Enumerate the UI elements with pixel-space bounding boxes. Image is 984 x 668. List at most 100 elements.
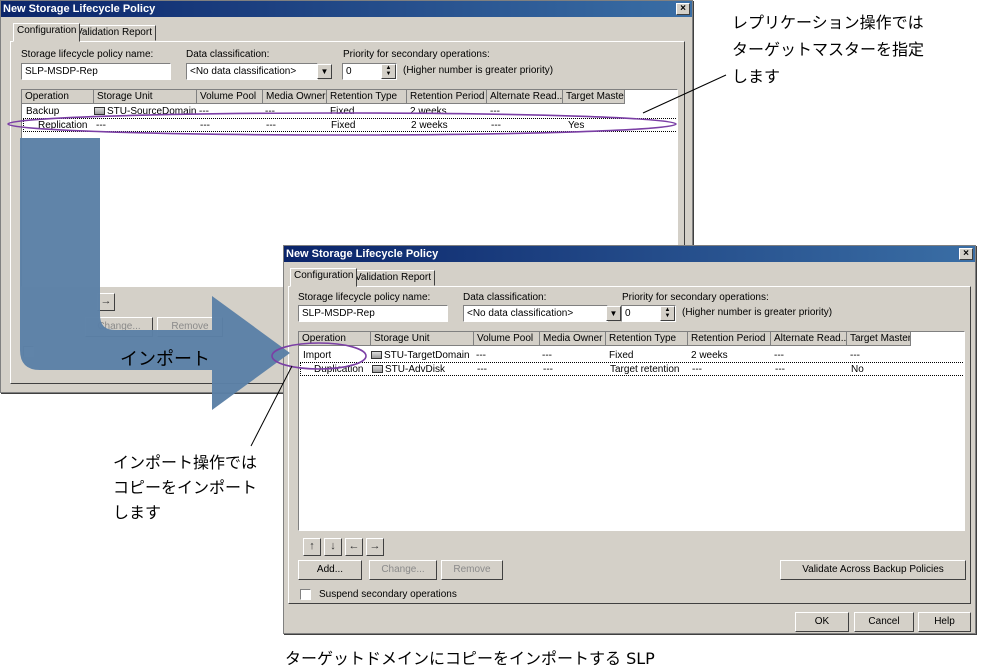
front-col-target-master[interactable]: Target Master <box>847 332 911 346</box>
front-col-alternate-read[interactable]: Alternate Read... <box>771 332 847 346</box>
front-move-left-button[interactable]: ← <box>345 538 363 556</box>
front-col-storage-unit[interactable]: Storage Unit <box>371 332 474 346</box>
front-move-up-button[interactable]: ↑ <box>303 538 321 556</box>
back-classification-select[interactable]: <No data classification> <box>186 63 318 80</box>
front-row1-storage-unit: STU-TargetDomain <box>371 349 470 362</box>
table-row[interactable]: Replication --- --- --- Fixed 2 weeks --… <box>23 118 677 132</box>
front-row2-media-owner: --- <box>543 364 553 375</box>
front-row2-volume-pool: --- <box>477 364 487 375</box>
replication-note-line-1: レプリケーション操作では <box>732 13 924 32</box>
back-col-retention-type[interactable]: Retention Type <box>327 90 407 104</box>
back-row1-media-owner: --- <box>265 106 275 117</box>
front-move-right-button[interactable]: → <box>366 538 384 556</box>
back-row2-storage-unit: --- <box>96 120 106 131</box>
suspend-label: Suspend secondary operations <box>319 589 457 600</box>
front-row1-retention-period: 2 weeks <box>691 350 728 361</box>
front-remove-button[interactable]: Remove <box>441 560 503 580</box>
front-tab-configuration[interactable]: Configuration <box>290 268 358 287</box>
front-priority-spinner-icon[interactable]: ▲ ▼ <box>660 306 675 321</box>
front-row2-retention-type: Target retention <box>610 364 680 375</box>
import-note-line-1: インポート操作では <box>113 453 258 472</box>
back-priority-hint: (Higher number is greater priority) <box>403 65 554 76</box>
front-policy-name-label: Storage lifecycle policy name: <box>298 292 431 303</box>
front-row1-retention-type: Fixed <box>609 350 634 361</box>
front-row1-volume-pool: --- <box>476 350 486 361</box>
back-col-operation[interactable]: Operation <box>22 90 94 104</box>
front-title: New Storage Lifecycle Policy <box>286 248 439 260</box>
back-priority-label: Priority for secondary operations: <box>343 49 490 60</box>
back-col-retention-period[interactable]: Retention Period <box>407 90 487 104</box>
back-row2-retention-period: 2 weeks <box>411 120 448 131</box>
back-tab-configuration[interactable]: Configuration <box>13 23 81 42</box>
figure-caption: ターゲットドメインにコピーをインポートする SLP <box>285 649 655 668</box>
back-classification-dropdown-icon[interactable]: ▼ <box>317 64 332 79</box>
front-change-button[interactable]: Change... <box>369 560 437 580</box>
back-row1-retention-type: Fixed <box>330 106 355 117</box>
validate-button[interactable]: Validate Across Backup Policies <box>780 560 966 580</box>
back-row1-retention-period: 2 weeks <box>410 106 447 117</box>
back-row2-target-master: Yes <box>568 120 585 131</box>
front-col-retention-period[interactable]: Retention Period <box>688 332 771 346</box>
back-classification-label: Data classification: <box>186 49 270 60</box>
front-col-volume-pool[interactable]: Volume Pool <box>474 332 540 346</box>
front-col-retention-type[interactable]: Retention Type <box>606 332 688 346</box>
back-row2-alternate-read: --- <box>491 120 501 131</box>
help-button[interactable]: Help <box>918 612 971 632</box>
back-change-button[interactable]: Change... <box>85 317 153 337</box>
back-col-alternate-read[interactable]: Alternate Read... <box>487 90 563 104</box>
back-col-volume-pool[interactable]: Volume Pool <box>197 90 263 104</box>
back-row1-volume-pool: --- <box>199 106 209 117</box>
back-row1-alternate-read: --- <box>490 106 500 117</box>
front-operations-table: Operation Storage Unit Volume Pool Media… <box>298 331 965 531</box>
front-tab-validation-report[interactable]: Validation Report <box>351 270 435 286</box>
front-dialog: New Storage Lifecycle Policy × Configura… <box>283 245 976 634</box>
back-row1-storage-unit: STU-SourceDomain <box>94 105 196 118</box>
front-add-button[interactable]: Add... <box>298 560 362 580</box>
front-row2-retention-period: --- <box>692 364 702 375</box>
front-close-button[interactable]: × <box>959 248 973 260</box>
back-tab-validation-report[interactable]: Validation Report <box>72 25 156 41</box>
back-remove-button[interactable]: Remove <box>157 317 223 337</box>
back-policy-name-input[interactable]: SLP-MSDP-Rep <box>21 63 171 80</box>
back-close-button[interactable]: × <box>676 3 690 15</box>
storage-unit-icon <box>372 365 383 373</box>
front-move-down-button[interactable]: ↓ <box>324 538 342 556</box>
front-col-media-owner[interactable]: Media Owner <box>540 332 606 346</box>
storage-unit-icon <box>94 107 105 115</box>
front-title-bar: New Storage Lifecycle Policy × <box>284 246 975 262</box>
storage-unit-icon <box>371 351 382 359</box>
back-col-target-master[interactable]: Target Master <box>563 90 625 104</box>
front-row2-target-master: No <box>851 364 864 375</box>
front-row1-operation: Import <box>303 350 332 361</box>
back-row2-retention-type: Fixed <box>331 120 356 131</box>
front-row2-alternate-read: --- <box>775 364 785 375</box>
front-col-operation[interactable]: Operation <box>299 332 371 346</box>
back-row2-media-owner: --- <box>266 120 276 131</box>
back-col-media-owner[interactable]: Media Owner <box>263 90 327 104</box>
back-move-right-button[interactable]: → <box>97 293 115 311</box>
suspend-checkbox[interactable] <box>300 589 311 600</box>
front-policy-name-input[interactable]: SLP-MSDP-Rep <box>298 305 448 322</box>
back-suspend-checkbox[interactable] <box>23 346 34 357</box>
front-priority-hint: (Higher number is greater priority) <box>682 307 833 318</box>
back-row2-operation: Replication <box>38 120 88 131</box>
replication-note-line-2: ターゲットマスターを指定 <box>732 40 925 59</box>
back-row2-volume-pool: --- <box>200 120 210 131</box>
import-note-line-2: コピーをインポート <box>113 478 258 497</box>
front-priority-label: Priority for secondary operations: <box>622 292 769 303</box>
cancel-button[interactable]: Cancel <box>854 612 914 632</box>
table-row[interactable]: Duplication STU-AdvDisk --- --- Target r… <box>300 362 964 376</box>
ok-button[interactable]: OK <box>795 612 849 632</box>
back-title-bar: New Storage Lifecycle Policy × <box>1 1 692 17</box>
back-policy-name-label: Storage lifecycle policy name: <box>21 49 154 60</box>
import-note-line-3: します <box>113 503 162 522</box>
front-classification-select[interactable]: <No data classification> <box>463 305 608 322</box>
back-col-storage-unit[interactable]: Storage Unit <box>94 90 197 104</box>
back-priority-spinner-icon[interactable]: ▲ ▼ <box>381 64 396 79</box>
back-title: New Storage Lifecycle Policy <box>3 3 156 15</box>
front-classification-dropdown-icon[interactable]: ▼ <box>606 306 621 321</box>
front-classification-label: Data classification: <box>463 292 547 303</box>
front-row1-media-owner: --- <box>542 350 552 361</box>
front-row1-alternate-read: --- <box>774 350 784 361</box>
front-row2-storage-unit: STU-AdvDisk <box>372 363 445 376</box>
